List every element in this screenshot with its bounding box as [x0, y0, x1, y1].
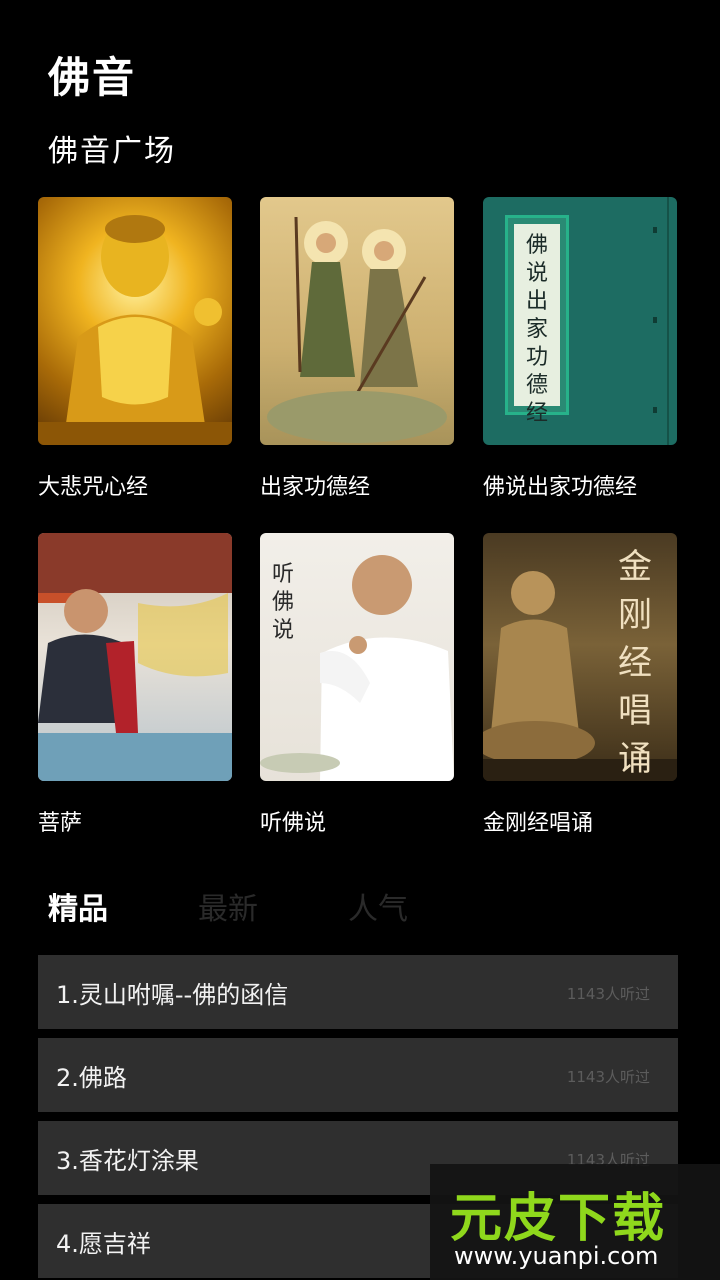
album-label: 佛说出家功德经	[483, 475, 638, 500]
track-title: 3.香花灯涂果	[56, 1147, 199, 1175]
list-item[interactable]: 1.灵山咐嘱--佛的函信 1143人听过	[38, 955, 678, 1029]
book-title-frame: 佛说出家功德经	[505, 215, 569, 426]
album-card-pusa[interactable]: 菩萨	[38, 533, 232, 836]
album-label: 大悲咒心经	[38, 475, 149, 500]
singer-portrait-icon	[260, 555, 454, 781]
album-label: 金刚经唱诵	[483, 811, 594, 836]
cover-calligraphy-text: 金刚经唱诵	[618, 547, 652, 779]
album-card-chujia[interactable]: 出家功德经	[260, 197, 454, 500]
album-cover-image[interactable]: 佛说出家功德经	[483, 197, 677, 445]
album-card-foshuo-chujia[interactable]: 佛说出家功德经 佛说出家功德经	[483, 197, 677, 500]
list-item[interactable]: 2.佛路 1143人听过	[38, 1038, 678, 1112]
watermark-url: www.yuanpi.com	[454, 1242, 659, 1270]
play-count: 1143人听过	[566, 1068, 650, 1086]
tab-latest[interactable]: 最新	[198, 884, 258, 928]
album-card-jingangjing[interactable]: 金刚经唱诵 金刚经唱诵	[483, 533, 677, 836]
section-title-plaza: 佛音广场	[48, 134, 176, 169]
album-label: 菩萨	[38, 811, 83, 836]
tab-popular[interactable]: 人气	[348, 884, 408, 928]
album-cover-image[interactable]	[260, 197, 454, 445]
monks-painting-icon	[267, 216, 447, 443]
watermark-brand: 元皮下载	[450, 1189, 667, 1249]
buddha-golden-icon	[38, 215, 232, 445]
track-title: 1.灵山咐嘱--佛的函信	[56, 981, 289, 1009]
singer-portrait-icon	[38, 533, 232, 781]
album-card-dabeizhou[interactable]: 大悲咒心经	[38, 197, 232, 500]
album-label: 听佛说	[260, 811, 327, 836]
album-card-tingfoshuo[interactable]: 听佛说 听佛说	[260, 533, 454, 836]
album-cover-image[interactable]	[38, 197, 232, 445]
play-count: 1143人听过	[566, 985, 650, 1003]
book-title-text: 佛说出家功德经	[525, 233, 548, 426]
page-title: 佛音	[48, 53, 137, 102]
album-cover-image[interactable]	[38, 533, 232, 781]
album-cover-image[interactable]: 听佛说	[260, 533, 454, 781]
track-title: 4.愿吉祥	[56, 1230, 151, 1258]
tab-featured[interactable]: 精品	[48, 884, 108, 928]
album-label: 出家功德经	[260, 475, 371, 500]
track-title: 2.佛路	[56, 1064, 127, 1092]
album-cover-image[interactable]: 金刚经唱诵	[483, 533, 677, 781]
watermark: 元皮下载 www.yuanpi.com	[430, 1164, 720, 1280]
